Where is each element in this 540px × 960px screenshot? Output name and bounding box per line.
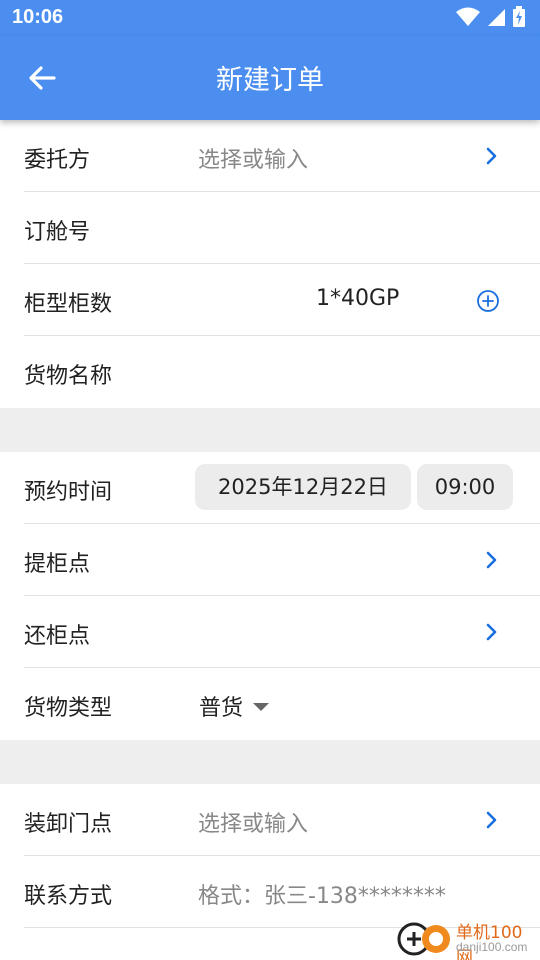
pickup-point-label: 提柜点 bbox=[24, 552, 91, 577]
page-title: 新建订单 bbox=[216, 65, 324, 96]
container-type-label: 柜型柜数 bbox=[24, 292, 113, 317]
status-icons bbox=[456, 6, 526, 28]
loading-point-row[interactable]: 装卸门点 选择或输入 bbox=[24, 784, 540, 856]
appointment-time-label: 预约时间 bbox=[24, 480, 113, 505]
time-picker-button[interactable]: 09:00 bbox=[417, 464, 513, 510]
chevron-right-icon[interactable] bbox=[484, 622, 498, 642]
chevron-right-icon[interactable] bbox=[484, 550, 498, 570]
loading-point-input[interactable]: 选择或输入 bbox=[198, 806, 308, 838]
battery-icon bbox=[513, 6, 525, 27]
consignor-label: 委托方 bbox=[24, 148, 91, 173]
watermark: 单机100网 danji100.com bbox=[396, 916, 538, 960]
consignor-input[interactable]: 选择或输入 bbox=[198, 142, 308, 174]
app-bar: 新建订单 bbox=[0, 36, 540, 120]
chevron-right-icon[interactable] bbox=[484, 146, 498, 166]
status-time: 10:06 bbox=[12, 6, 64, 28]
pickup-point-row[interactable]: 提柜点 bbox=[24, 524, 540, 596]
order-form: 委托方 选择或输入 订舱号 柜型柜数 1*40GP 货物名称 预约时间 2025… bbox=[0, 120, 540, 928]
status-bar: 10:06 bbox=[0, 0, 540, 36]
appointment-time-row: 预约时间 2025年12月22日 09:00 bbox=[24, 452, 540, 524]
wifi-icon bbox=[456, 7, 480, 26]
loading-point-label: 装卸门点 bbox=[24, 812, 113, 837]
date-picker-button[interactable]: 2025年12月22日 bbox=[195, 464, 411, 510]
watermark-url: danji100.com bbox=[456, 940, 528, 954]
section-divider bbox=[0, 740, 540, 784]
contact-input[interactable]: 格式：张三-138******** bbox=[198, 878, 446, 910]
signal-icon bbox=[488, 9, 505, 26]
cargo-type-row: 货物类型 普货 bbox=[24, 668, 540, 740]
section-divider bbox=[0, 408, 540, 452]
booking-number-label: 订舱号 bbox=[24, 220, 91, 245]
contact-label: 联系方式 bbox=[24, 884, 113, 909]
cargo-type-selected: 普货 bbox=[199, 696, 244, 721]
booking-number-row[interactable]: 订舱号 bbox=[24, 192, 540, 264]
return-point-row[interactable]: 还柜点 bbox=[24, 596, 540, 668]
dropdown-caret-icon bbox=[253, 703, 270, 711]
container-type-row[interactable]: 柜型柜数 1*40GP bbox=[24, 264, 540, 336]
cargo-type-label: 货物类型 bbox=[24, 696, 113, 721]
cargo-name-label: 货物名称 bbox=[24, 364, 113, 389]
consignor-row[interactable]: 委托方 选择或输入 bbox=[24, 120, 540, 192]
cargo-type-dropdown[interactable]: 普货 bbox=[199, 690, 270, 722]
cargo-name-row[interactable]: 货物名称 bbox=[24, 336, 540, 408]
container-type-value[interactable]: 1*40GP bbox=[316, 286, 399, 311]
chevron-right-icon[interactable] bbox=[484, 810, 498, 830]
add-circle-icon[interactable] bbox=[476, 289, 500, 313]
watermark-logo-icon bbox=[397, 922, 450, 956]
return-point-label: 还柜点 bbox=[24, 624, 91, 649]
